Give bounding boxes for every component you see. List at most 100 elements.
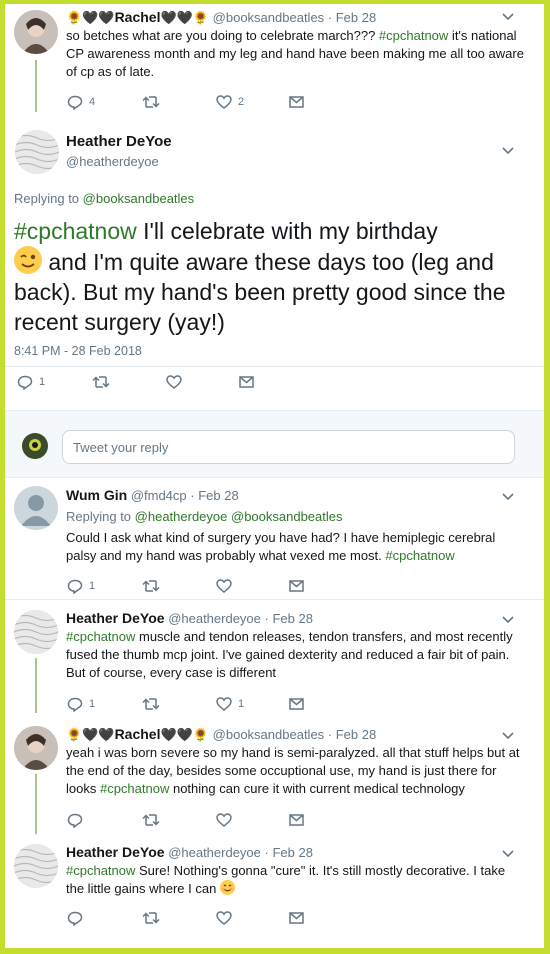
timestamp: Feb 28 — [272, 845, 313, 860]
hashtag-link[interactable]: #cpchatnow — [379, 28, 448, 43]
winking-face-emoji — [14, 246, 42, 274]
direct-message-button[interactable] — [289, 94, 304, 110]
reply-count: 4 — [89, 96, 96, 108]
reply-tweet[interactable]: 🌻🖤🖤Rachel🖤🖤🌻 @booksandbeatles · Feb 28 y… — [5, 714, 544, 834]
like-icon — [216, 95, 232, 109]
retweet-button[interactable] — [142, 94, 160, 110]
like-button[interactable]: 2 — [216, 94, 244, 110]
direct-message-button[interactable] — [239, 374, 254, 390]
tweet-actions: 1 — [67, 578, 367, 594]
avatar[interactable] — [15, 130, 59, 174]
chevron-down-icon[interactable] — [502, 10, 514, 24]
reply-icon — [17, 375, 33, 390]
tweet-actions: 1 — [17, 374, 317, 390]
reply-button[interactable]: 1 — [67, 696, 95, 712]
hashtag-link[interactable]: #cpchatnow — [66, 863, 135, 878]
divider — [5, 366, 544, 367]
handle: @booksandbeatles — [212, 10, 325, 25]
chevron-down-icon[interactable] — [502, 847, 514, 861]
thread-line — [35, 658, 37, 713]
tweet-actions — [67, 910, 367, 926]
retweet-icon — [142, 580, 160, 592]
like-button[interactable] — [166, 374, 182, 390]
chevron-down-icon[interactable] — [502, 613, 514, 627]
tweet-timestamp[interactable]: 8:41 PM - 28 Feb 2018 — [14, 344, 142, 358]
reply-input[interactable]: Tweet your reply — [62, 430, 515, 464]
tweet-header: 🌻🖤🖤Rachel🖤🖤🌻 @booksandbeatles · Feb 28 — [66, 726, 377, 742]
hashtag-link[interactable]: #cpchatnow — [14, 218, 137, 244]
mention-link[interactable]: @booksandbeatles — [83, 191, 195, 206]
like-button[interactable] — [216, 910, 232, 926]
focused-tweet[interactable]: Heather DeYoe @heatherdeyoe Replying to … — [5, 114, 544, 410]
retweet-icon — [142, 814, 160, 826]
retweet-button[interactable] — [142, 812, 160, 828]
message-icon — [289, 912, 304, 924]
display-name: Rachel — [114, 726, 161, 742]
reply-tweet[interactable]: Wum Gin @fmd4cp · Feb 28 Replying to @he… — [5, 478, 544, 599]
reply-tweet[interactable]: Heather DeYoe @heatherdeyoe · Feb 28 #cp… — [5, 600, 544, 714]
retweet-icon — [142, 96, 160, 108]
reply-button[interactable] — [67, 910, 83, 926]
tweet-rachel-1[interactable]: 🌻🖤🖤Rachel🖤🖤🌻 @booksandbeatles · Feb 28 s… — [5, 4, 544, 114]
hashtag-link[interactable]: #cpchatnow — [385, 548, 454, 563]
author-name[interactable]: Heather DeYoe — [66, 133, 172, 150]
like-count: 1 — [238, 698, 245, 710]
timestamp: Feb 28 — [272, 611, 313, 626]
direct-message-button[interactable] — [289, 578, 304, 594]
display-name: Heather DeYoe — [66, 844, 165, 860]
direct-message-button[interactable] — [289, 910, 304, 926]
retweet-button[interactable] — [142, 578, 160, 594]
direct-message-button[interactable] — [289, 696, 304, 712]
avatar[interactable] — [14, 844, 58, 888]
retweet-button[interactable] — [142, 696, 160, 712]
hashtag-link[interactable]: #cpchatnow — [66, 629, 135, 644]
chevron-down-icon[interactable] — [502, 144, 514, 158]
like-icon — [216, 697, 232, 711]
timestamp: Feb 28 — [335, 727, 377, 742]
reply-button[interactable]: 4 — [67, 94, 95, 110]
direct-message-button[interactable] — [289, 812, 304, 828]
like-button[interactable] — [216, 812, 232, 828]
reply-icon — [67, 813, 83, 828]
reply-count: 1 — [89, 698, 96, 710]
message-icon — [289, 96, 304, 108]
reply-button[interactable] — [67, 812, 83, 828]
reply-count: 1 — [89, 580, 96, 592]
like-icon — [216, 579, 232, 593]
like-count: 2 — [238, 96, 245, 108]
like-button[interactable]: 1 — [216, 696, 244, 712]
like-button[interactable] — [216, 578, 232, 594]
chevron-down-icon[interactable] — [502, 729, 514, 743]
like-icon — [216, 911, 232, 925]
message-icon — [289, 814, 304, 826]
tweet-header: Heather DeYoe @heatherdeyoe · Feb 28 — [66, 610, 313, 626]
retweet-button[interactable] — [142, 910, 160, 926]
avatar — [22, 433, 48, 459]
display-name-emoji: 🌻🖤🖤 — [66, 727, 115, 742]
avatar[interactable] — [14, 726, 58, 770]
default-avatar[interactable] — [14, 486, 58, 530]
reply-tweet[interactable]: Heather DeYoe @heatherdeyoe · Feb 28 #cp… — [5, 834, 544, 948]
avatar[interactable] — [14, 610, 58, 654]
reply-icon — [67, 697, 83, 712]
chevron-down-icon[interactable] — [502, 490, 514, 504]
message-icon — [289, 580, 304, 592]
mention-link[interactable]: @heatherdeyoe — [135, 509, 228, 524]
handle: @heatherdeyoe — [168, 611, 261, 626]
tweet-header: Wum Gin @fmd4cp · Feb 28 — [66, 487, 239, 503]
timestamp: Feb 28 — [335, 10, 377, 25]
thread-line — [35, 60, 37, 112]
focused-tweet-text: #cpchatnow I'll celebrate with my birthd… — [14, 218, 506, 335]
tweet-text: #cpchatnow Sure! Nothing's gonna "cure" … — [66, 863, 506, 896]
author-handle[interactable]: @heatherdeyoe — [66, 154, 159, 169]
retweet-button[interactable] — [92, 374, 110, 390]
hashtag-link[interactable]: #cpchatnow — [100, 781, 169, 796]
tweet-text: so betches what are you doing to celebra… — [66, 28, 524, 79]
avatar[interactable] — [14, 10, 58, 54]
reply-button[interactable]: 1 — [67, 578, 95, 594]
reply-button[interactable]: 1 — [17, 374, 45, 390]
mention-link[interactable]: @booksandbeatles — [231, 509, 343, 524]
reply-icon — [67, 95, 83, 110]
message-icon — [239, 376, 254, 388]
replying-to: Replying to @booksandbeatles — [14, 191, 195, 206]
